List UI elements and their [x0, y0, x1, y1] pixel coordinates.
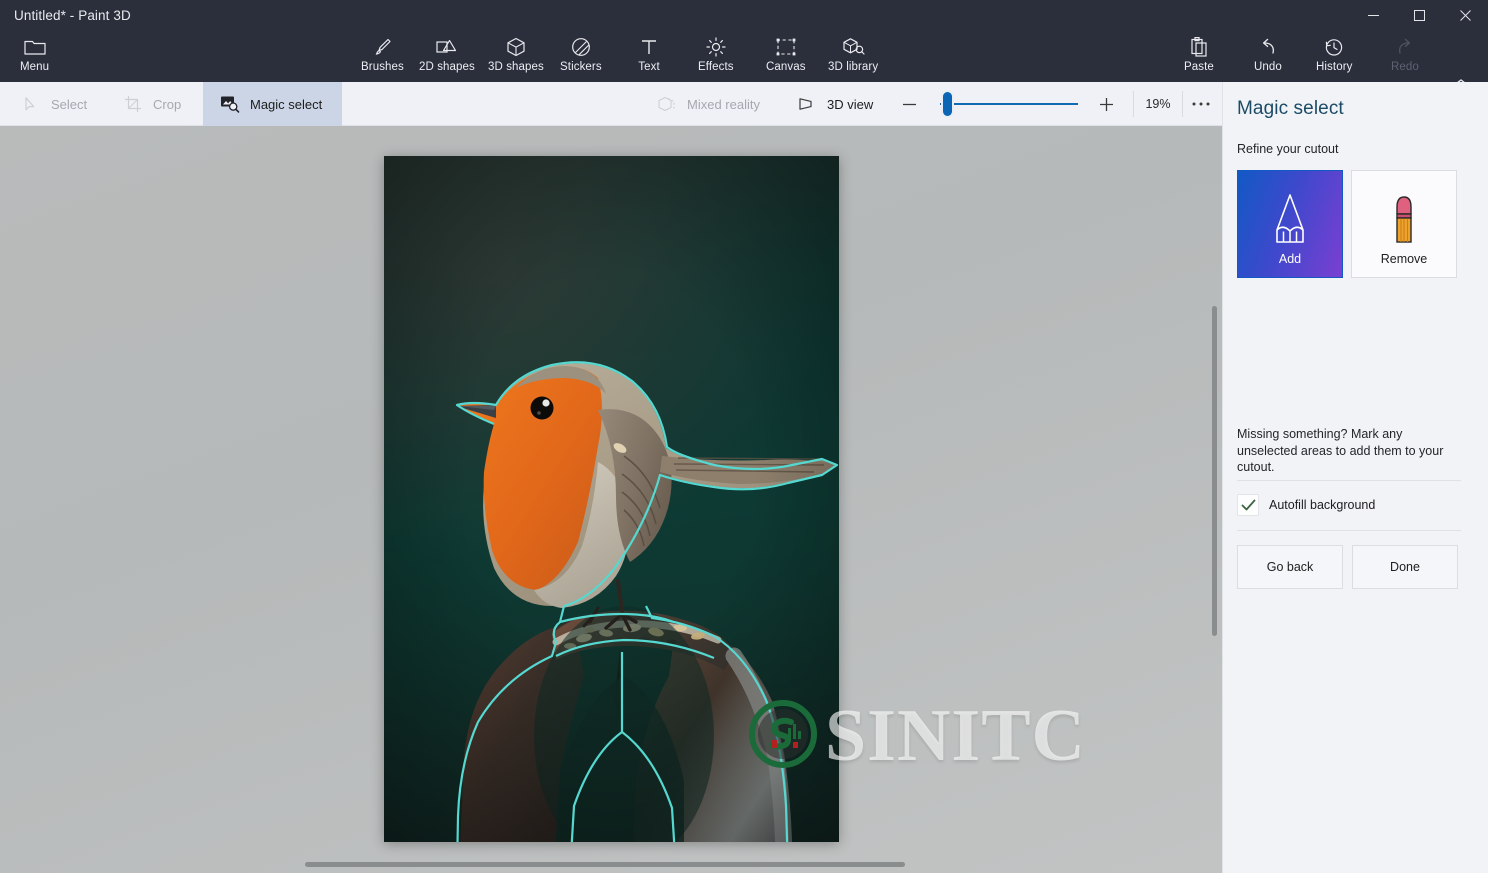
- redo-icon: [1394, 34, 1416, 60]
- tab-3d-view[interactable]: 3D view: [780, 82, 889, 126]
- vertical-scrollbar[interactable]: [1212, 306, 1217, 636]
- ribbon-item-3d-library[interactable]: 3D library: [822, 30, 884, 75]
- history-icon: [1323, 34, 1345, 60]
- more-options-button[interactable]: [1184, 82, 1218, 126]
- ribbon-label-2d-shapes: 2D shapes: [419, 61, 475, 73]
- mixed-reality-icon: [656, 95, 678, 113]
- remove-tool-label: Remove: [1380, 252, 1428, 266]
- check-icon: [1241, 499, 1255, 510]
- menu-button[interactable]: Menu: [14, 30, 55, 75]
- redo-button[interactable]: Redo: [1385, 30, 1425, 75]
- pencil-icon: [1270, 190, 1310, 259]
- tab-3d-view-label: 3D view: [827, 96, 874, 112]
- zoom-slider-thumb[interactable]: [943, 92, 952, 116]
- tab-magic-select-label: Magic select: [250, 96, 323, 112]
- 2d-shapes-icon: [435, 34, 459, 60]
- effects-icon: [705, 34, 727, 60]
- ribbon-label-text: Text: [638, 61, 660, 73]
- 3d-view-icon: [796, 95, 818, 113]
- tab-magic-select[interactable]: Magic select: [203, 82, 342, 126]
- ribbon-label-brushes: Brushes: [361, 61, 404, 73]
- canvas-icon: [775, 34, 797, 60]
- tab-mixed-reality-label: Mixed reality: [687, 96, 760, 112]
- ribbon-item-brushes[interactable]: Brushes: [355, 30, 410, 75]
- ribbon-item-text[interactable]: Text: [632, 30, 666, 75]
- close-button[interactable]: [1442, 0, 1488, 30]
- undo-icon: [1257, 34, 1279, 60]
- 3d-library-icon: [841, 34, 865, 60]
- redo-label: Redo: [1391, 61, 1419, 73]
- tab-crop[interactable]: Crop: [106, 82, 197, 126]
- add-tool-label: Add: [1278, 252, 1302, 266]
- clipboard-icon: [1189, 34, 1209, 60]
- cursor-arrow-icon: [20, 96, 42, 113]
- panel-divider-top: [1237, 480, 1461, 481]
- tab-crop-label: Crop: [153, 96, 182, 112]
- magic-select-icon: [219, 95, 241, 113]
- undo-button[interactable]: Undo: [1248, 30, 1288, 75]
- watermark-text: SINITC: [825, 694, 1086, 777]
- zoom-percent[interactable]: 19%: [1134, 82, 1182, 126]
- zoom-slider[interactable]: [940, 92, 1078, 116]
- text-icon: [638, 34, 660, 60]
- go-back-button[interactable]: Go back: [1237, 545, 1343, 589]
- eraser-icon: [1386, 190, 1422, 259]
- ribbon-label-3d-library: 3D library: [828, 61, 879, 73]
- refine-tools: Add Remove: [1237, 170, 1457, 278]
- tab-select[interactable]: Select: [4, 82, 103, 126]
- undo-label: Undo: [1254, 61, 1282, 73]
- ribbon-label-effects: Effects: [698, 61, 734, 73]
- done-button[interactable]: Done: [1352, 545, 1458, 589]
- ribbon-label-stickers: Stickers: [560, 61, 602, 73]
- sticker-icon: [570, 34, 592, 60]
- autofill-background-checkbox[interactable]: [1237, 494, 1259, 516]
- tab-mixed-reality[interactable]: Mixed reality: [640, 82, 776, 126]
- autofill-background-row[interactable]: Autofill background: [1237, 494, 1375, 516]
- ribbon-label-3d-shapes: 3D shapes: [488, 61, 544, 73]
- zoom-slider-track: [940, 103, 1078, 105]
- panel-title: Magic select: [1237, 98, 1344, 119]
- ribbon-label-canvas: Canvas: [766, 61, 806, 73]
- tab-select-label: Select: [51, 96, 88, 112]
- paste-label: Paste: [1184, 61, 1214, 73]
- horizontal-scrollbar[interactable]: [305, 862, 905, 867]
- panel-hint: Missing something? Mark any unselected a…: [1237, 427, 1444, 474]
- panel-divider-bottom: [1237, 530, 1461, 531]
- photo-robin: [384, 156, 839, 842]
- photo-vignette: [384, 156, 839, 842]
- paste-button[interactable]: Paste: [1178, 30, 1220, 75]
- window-controls: [1350, 0, 1488, 30]
- autofill-background-label: Autofill background: [1269, 498, 1376, 512]
- ribbon-item-2d-shapes[interactable]: 2D shapes: [413, 30, 481, 75]
- window-title: Untitled* - Paint 3D: [14, 8, 131, 23]
- maximize-button[interactable]: [1396, 0, 1442, 30]
- ribbon-item-3d-shapes[interactable]: 3D shapes: [482, 30, 550, 75]
- history-button[interactable]: History: [1310, 30, 1358, 75]
- magic-select-panel: Magic select Refine your cutout Add Remo…: [1222, 82, 1488, 873]
- paint3d-window: Untitled* - Paint 3D Menu Brushes 2D sha…: [0, 0, 1488, 873]
- add-tool-button[interactable]: Add: [1237, 170, 1343, 278]
- ribbon-item-stickers[interactable]: Stickers: [554, 30, 608, 75]
- title-bar: Untitled* - Paint 3D Menu Brushes 2D sha…: [0, 0, 1488, 87]
- panel-actions: Go back Done: [1237, 545, 1458, 589]
- artboard[interactable]: [384, 156, 839, 842]
- brush-icon: [371, 34, 393, 60]
- crop-icon: [122, 95, 144, 113]
- folder-icon: [23, 34, 46, 60]
- zoom-out-button[interactable]: [893, 82, 925, 126]
- history-label: History: [1316, 61, 1353, 73]
- ribbon-item-canvas[interactable]: Canvas: [760, 30, 812, 75]
- 3d-shapes-icon: [505, 34, 527, 60]
- menu-label: Menu: [20, 61, 50, 73]
- canvas-area[interactable]: SINITC: [0, 126, 1222, 873]
- remove-tool-button[interactable]: Remove: [1351, 170, 1457, 278]
- zoom-in-button[interactable]: [1090, 82, 1122, 126]
- minimize-button[interactable]: [1350, 0, 1396, 30]
- ribbon-item-effects[interactable]: Effects: [692, 30, 740, 75]
- panel-subtitle: Refine your cutout: [1237, 142, 1339, 156]
- ribbon: Menu Brushes 2D shapes 3D shapes Sticker…: [0, 28, 1488, 87]
